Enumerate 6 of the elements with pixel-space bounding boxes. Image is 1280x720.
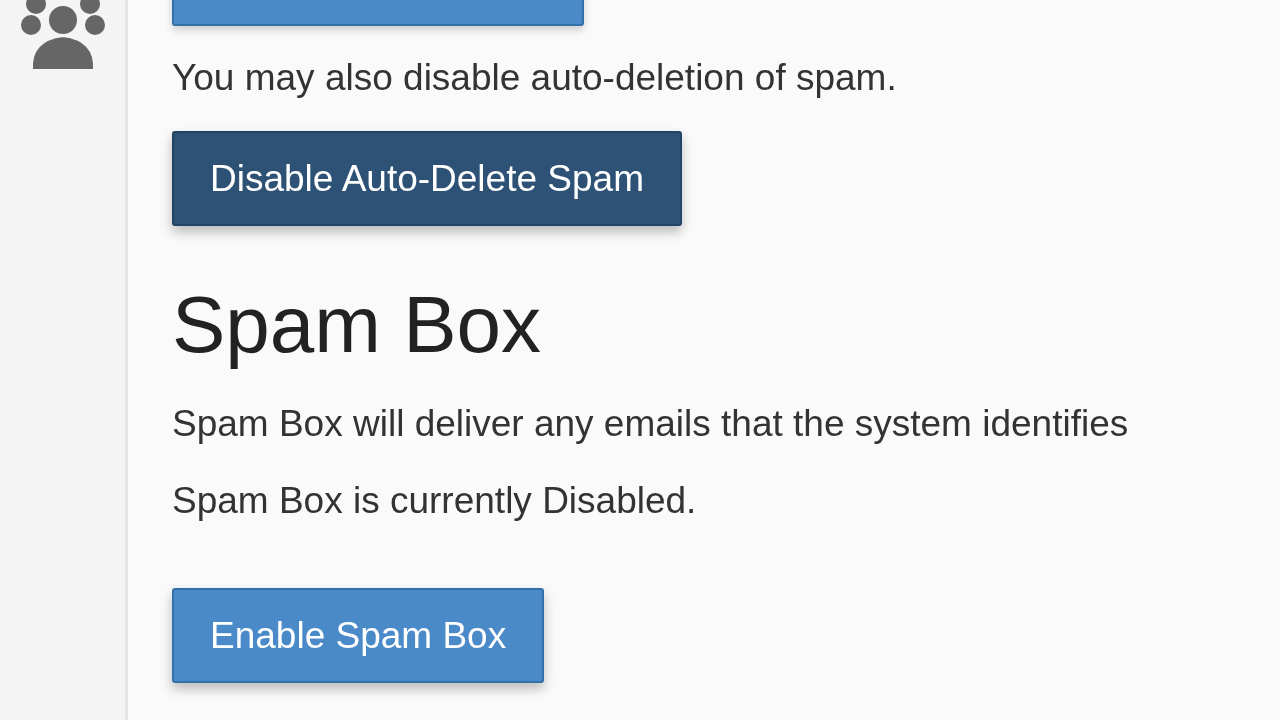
- body-text: Spam Box is currently Disabled.: [172, 479, 698, 523]
- body-text: Spam Box will deliver any emails that the system identifies: [172, 402, 1130, 446]
- enable-button[interactable]: Enable Spam Box: [172, 588, 545, 683]
- section-heading: Spam Box: [172, 280, 543, 370]
- disable-button[interactable]: Disable Auto-Delete Spam: [172, 131, 682, 226]
- body-text: You may also disable auto-deletion of spam.: [172, 56, 898, 100]
